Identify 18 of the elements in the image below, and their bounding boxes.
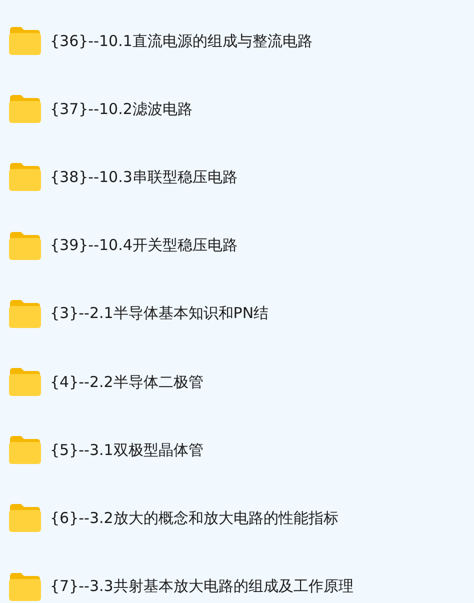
folder-name[interactable]: {38}--10.3串联型稳压电路 xyxy=(50,168,238,187)
folder-icon xyxy=(8,503,42,534)
folder-name[interactable]: {39}--10.4开关型稳压电路 xyxy=(50,236,238,256)
folder-icon xyxy=(8,26,42,56)
folder-icon xyxy=(8,94,42,124)
folder-name[interactable]: {7}--3.3共射基本放大电路的组成及工作原理 xyxy=(50,577,354,596)
folder-icon xyxy=(8,435,42,466)
folder-icon xyxy=(8,298,42,329)
folder-icon xyxy=(8,162,42,192)
folder-icon xyxy=(8,230,42,261)
folder-name[interactable]: {5}--3.1双极型晶体管 xyxy=(50,440,204,460)
folder-name[interactable]: {3}--2.1半导体基本知识和PN结 xyxy=(50,304,269,324)
folder-icon xyxy=(8,572,42,602)
folder-name[interactable]: {36}--10.1直流电源的组成与整流电路 xyxy=(50,32,312,51)
folder-icon xyxy=(8,367,42,398)
folder-name[interactable]: {37}--10.2滤波电路 xyxy=(50,100,192,119)
folder-name[interactable]: {6}--3.2放大的概念和放大电路的性能指标 xyxy=(50,508,338,528)
folder-name[interactable]: {4}--2.2半导体二极管 xyxy=(50,372,204,392)
